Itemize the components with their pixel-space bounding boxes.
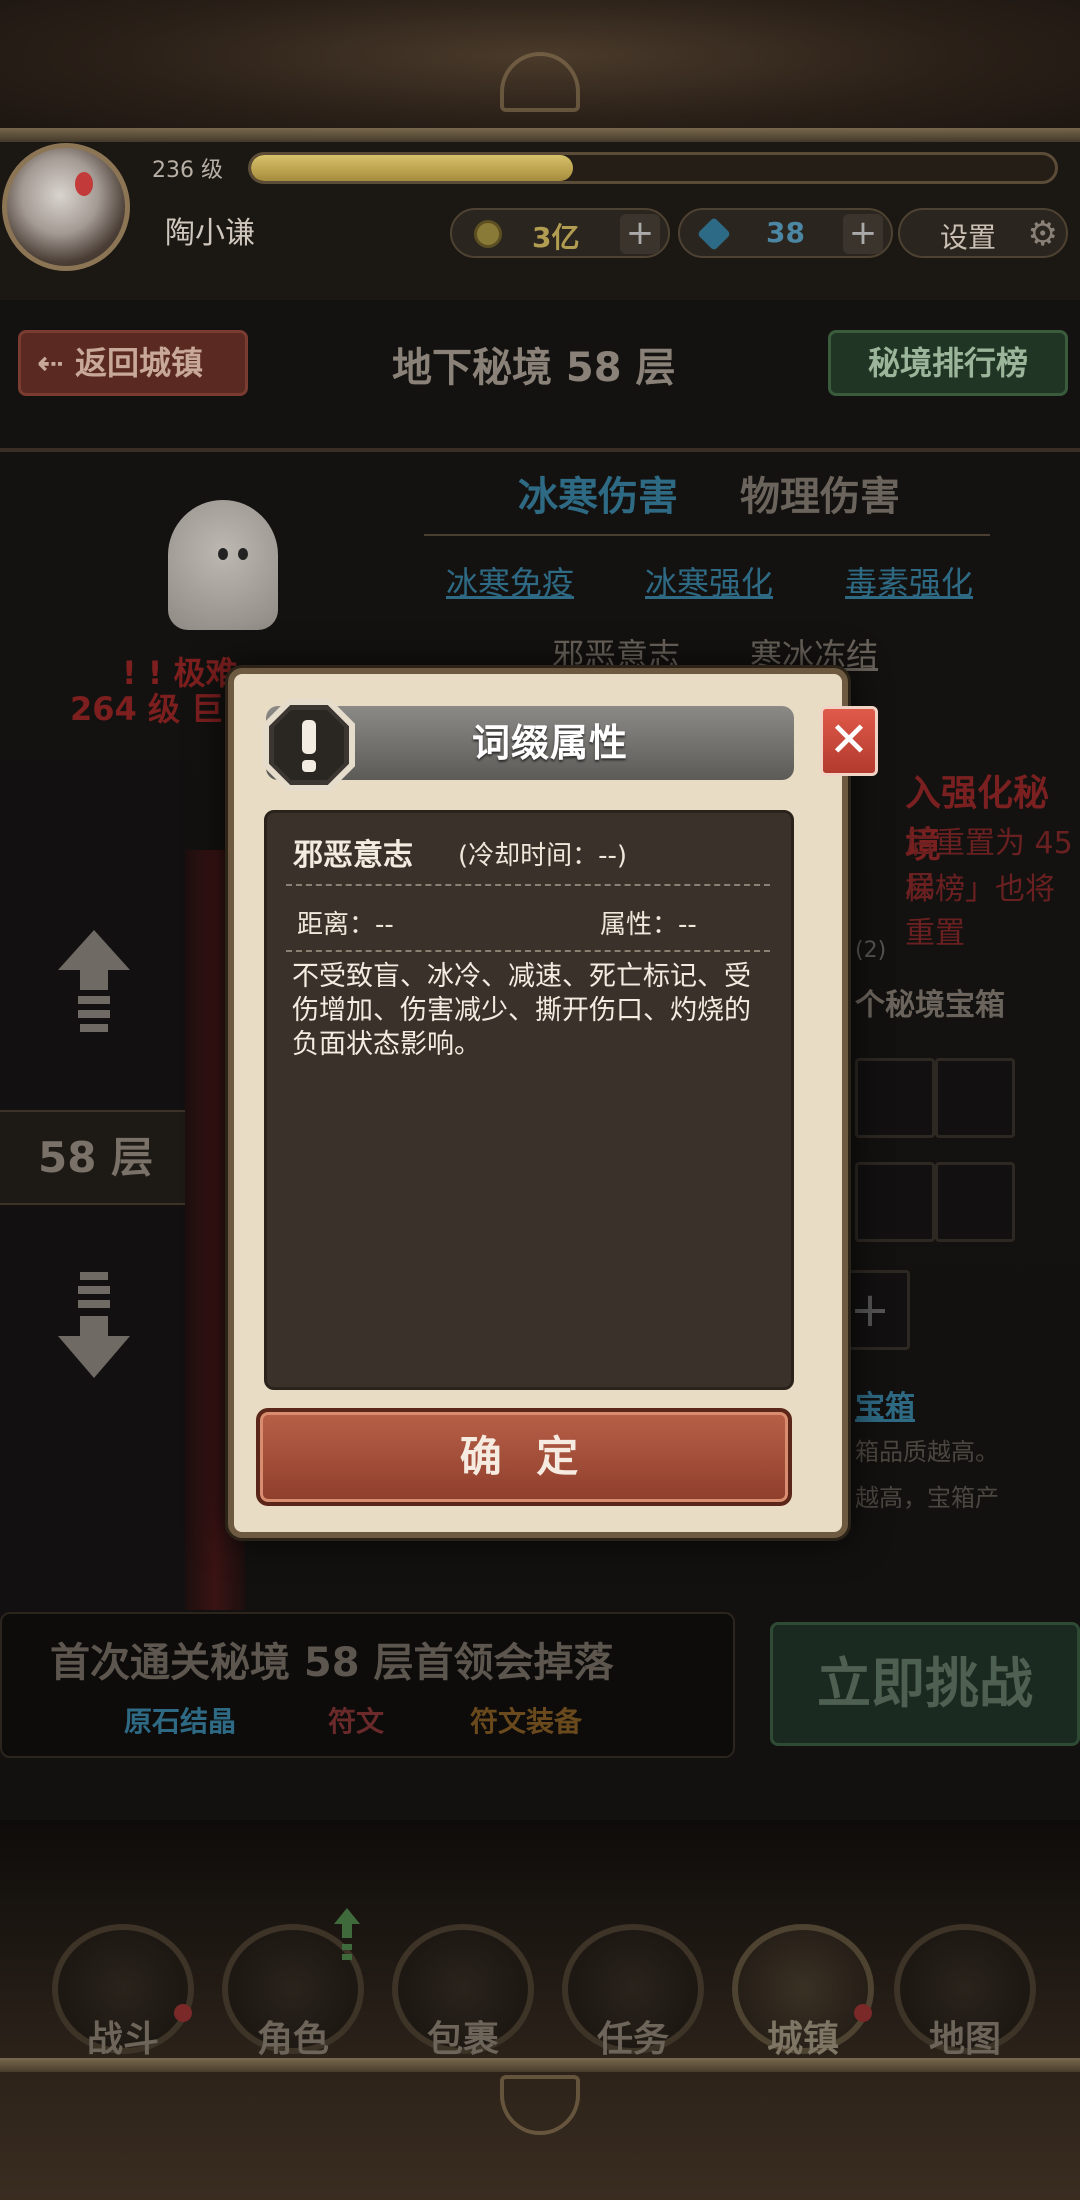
divider [286, 950, 770, 952]
confirm-button[interactable]: 确 定 [256, 1408, 792, 1506]
affix-detail-panel [264, 810, 794, 1390]
affix-description: 不受致盲、冰冷、减速、死亡标记、受伤增加、伤害减少、撕开伤口、灼烧的负面状态影响… [292, 961, 751, 1060]
affix-attribute: 属性：-- [600, 910, 697, 940]
divider [286, 884, 770, 886]
close-icon: ✕ [828, 712, 870, 768]
warning-icon [263, 699, 355, 791]
affix-distance: 距离：-- [297, 910, 394, 940]
affix-cooldown: (冷却时间：--) [458, 841, 628, 871]
close-button[interactable]: ✕ [820, 706, 878, 776]
affix-name: 邪恶意志 [293, 838, 413, 873]
